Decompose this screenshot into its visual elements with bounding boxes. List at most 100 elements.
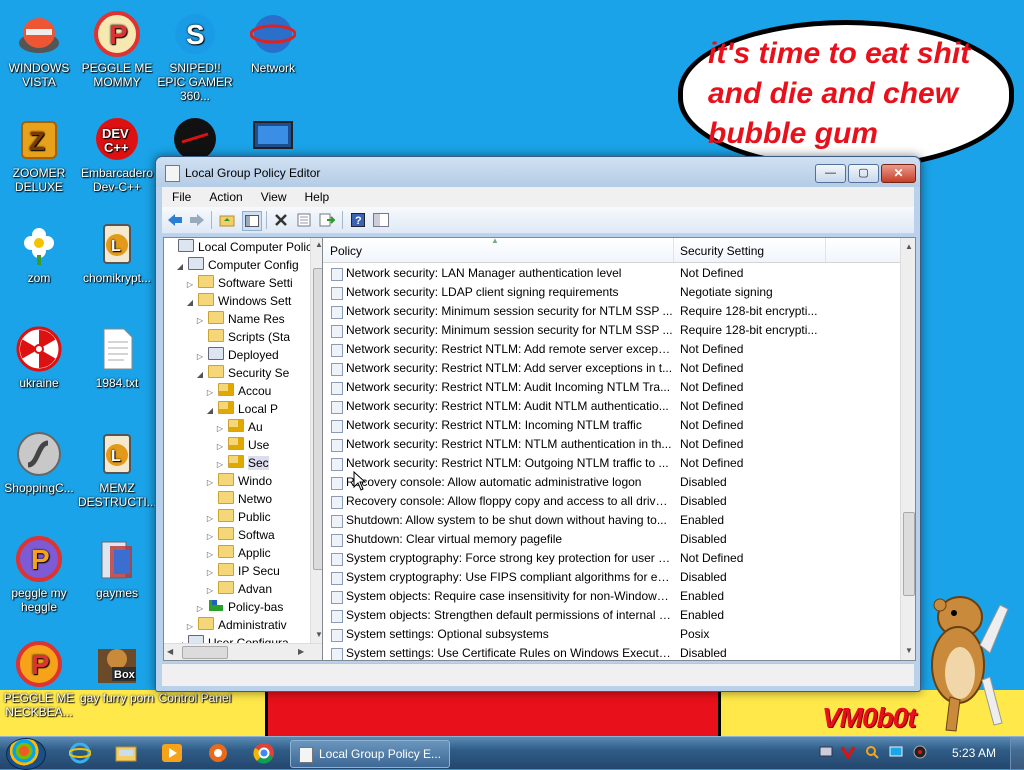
help-icon[interactable]: ? (349, 211, 367, 229)
display-tray-icon[interactable] (888, 745, 903, 760)
window-titlebar[interactable]: Local Group Policy Editor — ▢ ✕ (156, 157, 920, 187)
tree-node[interactable]: ▷ Windo (204, 472, 272, 490)
desktop-icon-zoomer-deluxe[interactable]: Z ZOOMER DELUXE (0, 115, 78, 194)
policy-row[interactable]: System objects: Require case insensitivi… (323, 587, 900, 606)
tree-node[interactable]: ▷ Software Setti (184, 274, 293, 292)
policy-row[interactable]: Network security: LDAP client signing re… (323, 283, 900, 302)
desktop-icon-shoppingc[interactable]: ShoppingC... (0, 430, 78, 495)
policy-row[interactable]: Network security: Restrict NTLM: Audit I… (323, 378, 900, 397)
tree-node[interactable]: ▷ Softwa (204, 526, 275, 544)
desktop-icon-peggle-my-heggle[interactable]: P peggle my heggle (0, 535, 78, 614)
menu-action[interactable]: Action (199, 187, 250, 207)
app-icon[interactable] (198, 740, 238, 766)
internet-explorer-icon[interactable] (60, 740, 100, 766)
policy-row[interactable]: Recovery console: Allow automatic admini… (323, 473, 900, 492)
svg-text:P: P (31, 649, 50, 680)
tree-node[interactable]: ▷ Name Res (194, 310, 285, 328)
list-vertical-scrollbar[interactable]: ▲ ▼ (900, 238, 915, 660)
policy-row[interactable]: Network security: Restrict NTLM: NTLM au… (323, 435, 900, 454)
menu-view[interactable]: View (251, 187, 295, 207)
tree-node[interactable]: Netwo (204, 490, 272, 508)
start-button[interactable] (6, 738, 46, 770)
chrome-icon[interactable] (244, 740, 284, 766)
tree-horizontal-scrollbar[interactable]: ◀ ▶ (164, 643, 325, 660)
policy-row[interactable]: System settings: Use Certificate Rules o… (323, 644, 900, 660)
policy-row[interactable]: Network security: Restrict NTLM: Add rem… (323, 340, 900, 359)
policy-row[interactable]: Shutdown: Allow system to be shut down w… (323, 511, 900, 530)
tree-node[interactable]: ▷ Policy-bas (194, 598, 283, 616)
taskbar-task-group-policy[interactable]: Local Group Policy E... (290, 740, 450, 768)
media-player-icon[interactable] (152, 740, 192, 766)
tree-hscroll-thumb[interactable] (182, 646, 228, 659)
desktop-icon-zom[interactable]: zom (0, 220, 78, 285)
search-tray-icon[interactable] (864, 745, 879, 760)
desktop-icon-windows-vista[interactable]: WINDOWS VISTA (0, 10, 78, 89)
desktop-icon-network[interactable]: Network (234, 10, 312, 75)
tree-node[interactable]: ▷ Accou (204, 382, 271, 400)
computer-icon (178, 239, 194, 252)
volume-tray-icon[interactable] (912, 745, 927, 760)
policy-row[interactable]: Network security: Restrict NTLM: Add ser… (323, 359, 900, 378)
policy-row[interactable]: Network security: Restrict NTLM: Audit N… (323, 397, 900, 416)
tree-node[interactable]: ▷ IP Secu (204, 562, 280, 580)
network-tray-icon[interactable] (818, 745, 833, 760)
desktop-icon-gaymes[interactable]: gaymes (78, 535, 156, 600)
explorer-icon[interactable] (106, 740, 146, 766)
winrar-icon: Box (93, 640, 141, 688)
delete-icon[interactable] (272, 211, 290, 229)
policy-row[interactable]: Recovery console: Allow floppy copy and … (323, 492, 900, 511)
tree-node[interactable]: ▷ Use (214, 436, 269, 454)
policy-row[interactable]: Network security: Restrict NTLM: Outgoin… (323, 454, 900, 473)
policy-row[interactable]: Network security: Minimum session securi… (323, 321, 900, 340)
tree-node[interactable]: ▷ Sec (214, 454, 269, 472)
desktop-icon-gay-furry-porn[interactable]: Box gay furry porn (78, 640, 156, 705)
antivirus-tray-icon[interactable] (840, 745, 855, 760)
desktop-icon-sniped[interactable]: S SNIPED!! EPIC GAMER 360... (156, 10, 234, 103)
properties-icon[interactable] (295, 211, 313, 229)
policy-row[interactable]: Network security: Restrict NTLM: Incomin… (323, 416, 900, 435)
tree-node[interactable]: ▷ Deployed (194, 346, 279, 364)
desktop-icon-chomikrypt[interactable]: L chomikrypt... (78, 220, 156, 285)
policy-row[interactable]: System objects: Strengthen default permi… (323, 606, 900, 625)
tree-node[interactable]: Scripts (Sta (194, 328, 290, 346)
policy-row[interactable]: System cryptography: Force strong key pr… (323, 549, 900, 568)
show-desktop-button[interactable] (1010, 737, 1024, 769)
tree-node-label: Windows Sett (218, 294, 292, 308)
show-description-icon[interactable] (372, 211, 390, 229)
policy-row[interactable]: Shutdown: Clear virtual memory pagefile D… (323, 530, 900, 549)
menu-file[interactable]: File (162, 187, 199, 207)
list-scroll-thumb[interactable] (903, 512, 915, 596)
tree-node[interactable]: ◢ Security Se (194, 364, 289, 382)
tree-node[interactable]: ▷ Au (214, 418, 263, 436)
column-header-security-setting[interactable]: Security Setting (673, 238, 826, 262)
tree-node[interactable]: ▷ Applic (204, 544, 271, 562)
tree-node[interactable]: ◢ Windows Sett (184, 292, 291, 310)
maximize-button[interactable]: ▢ (848, 164, 879, 183)
desktop-icon-peggle-me-mommy[interactable]: P PEGGLE ME MOMMY (78, 10, 156, 89)
forward-icon[interactable] (188, 211, 206, 229)
minimize-button[interactable]: — (815, 164, 846, 183)
tree-node[interactable]: ◢ Local P (204, 400, 278, 418)
desktop-icon-peggle-me-neckbeard[interactable]: P PEGGLE ME NECKBEA... (0, 640, 78, 719)
clock[interactable]: 5:23 AM (950, 737, 998, 769)
tree-node[interactable]: ▷ Public (204, 508, 271, 526)
tree-node[interactable]: ◢ Computer Config (174, 256, 299, 274)
show-hide-tree-icon[interactable] (242, 211, 262, 231)
tree-node[interactable]: Local Computer Polic (164, 238, 312, 256)
desktop-icon-ukraine[interactable]: ukraine (0, 325, 78, 390)
desktop-icon-dev-cpp[interactable]: DEV C++ Embarcadero Dev-C++ (78, 115, 156, 194)
desktop-icon-1984-txt[interactable]: 1984.txt (78, 325, 156, 390)
policy-row[interactable]: System settings: Optional subsystems Posi… (323, 625, 900, 644)
desktop-icon-memz[interactable]: L MEMZ DESTRUCTI... (78, 430, 157, 509)
tree-node[interactable]: ▷ Advan (204, 580, 272, 598)
up-folder-icon[interactable] (218, 211, 236, 229)
close-button[interactable]: ✕ (881, 164, 916, 183)
export-list-icon[interactable] (318, 211, 336, 229)
policy-row[interactable]: System cryptography: Use FIPS compliant … (323, 568, 900, 587)
policy-row[interactable]: Network security: Minimum session securi… (323, 302, 900, 321)
policy-row[interactable]: Network security: LAN Manager authentica… (323, 264, 900, 283)
tree-node[interactable]: ▷ Administrativ (184, 616, 287, 634)
menu-help[interactable]: Help (295, 187, 338, 207)
back-icon[interactable] (166, 211, 184, 229)
policy-name: Network security: Restrict NTLM: Add rem… (346, 342, 673, 356)
